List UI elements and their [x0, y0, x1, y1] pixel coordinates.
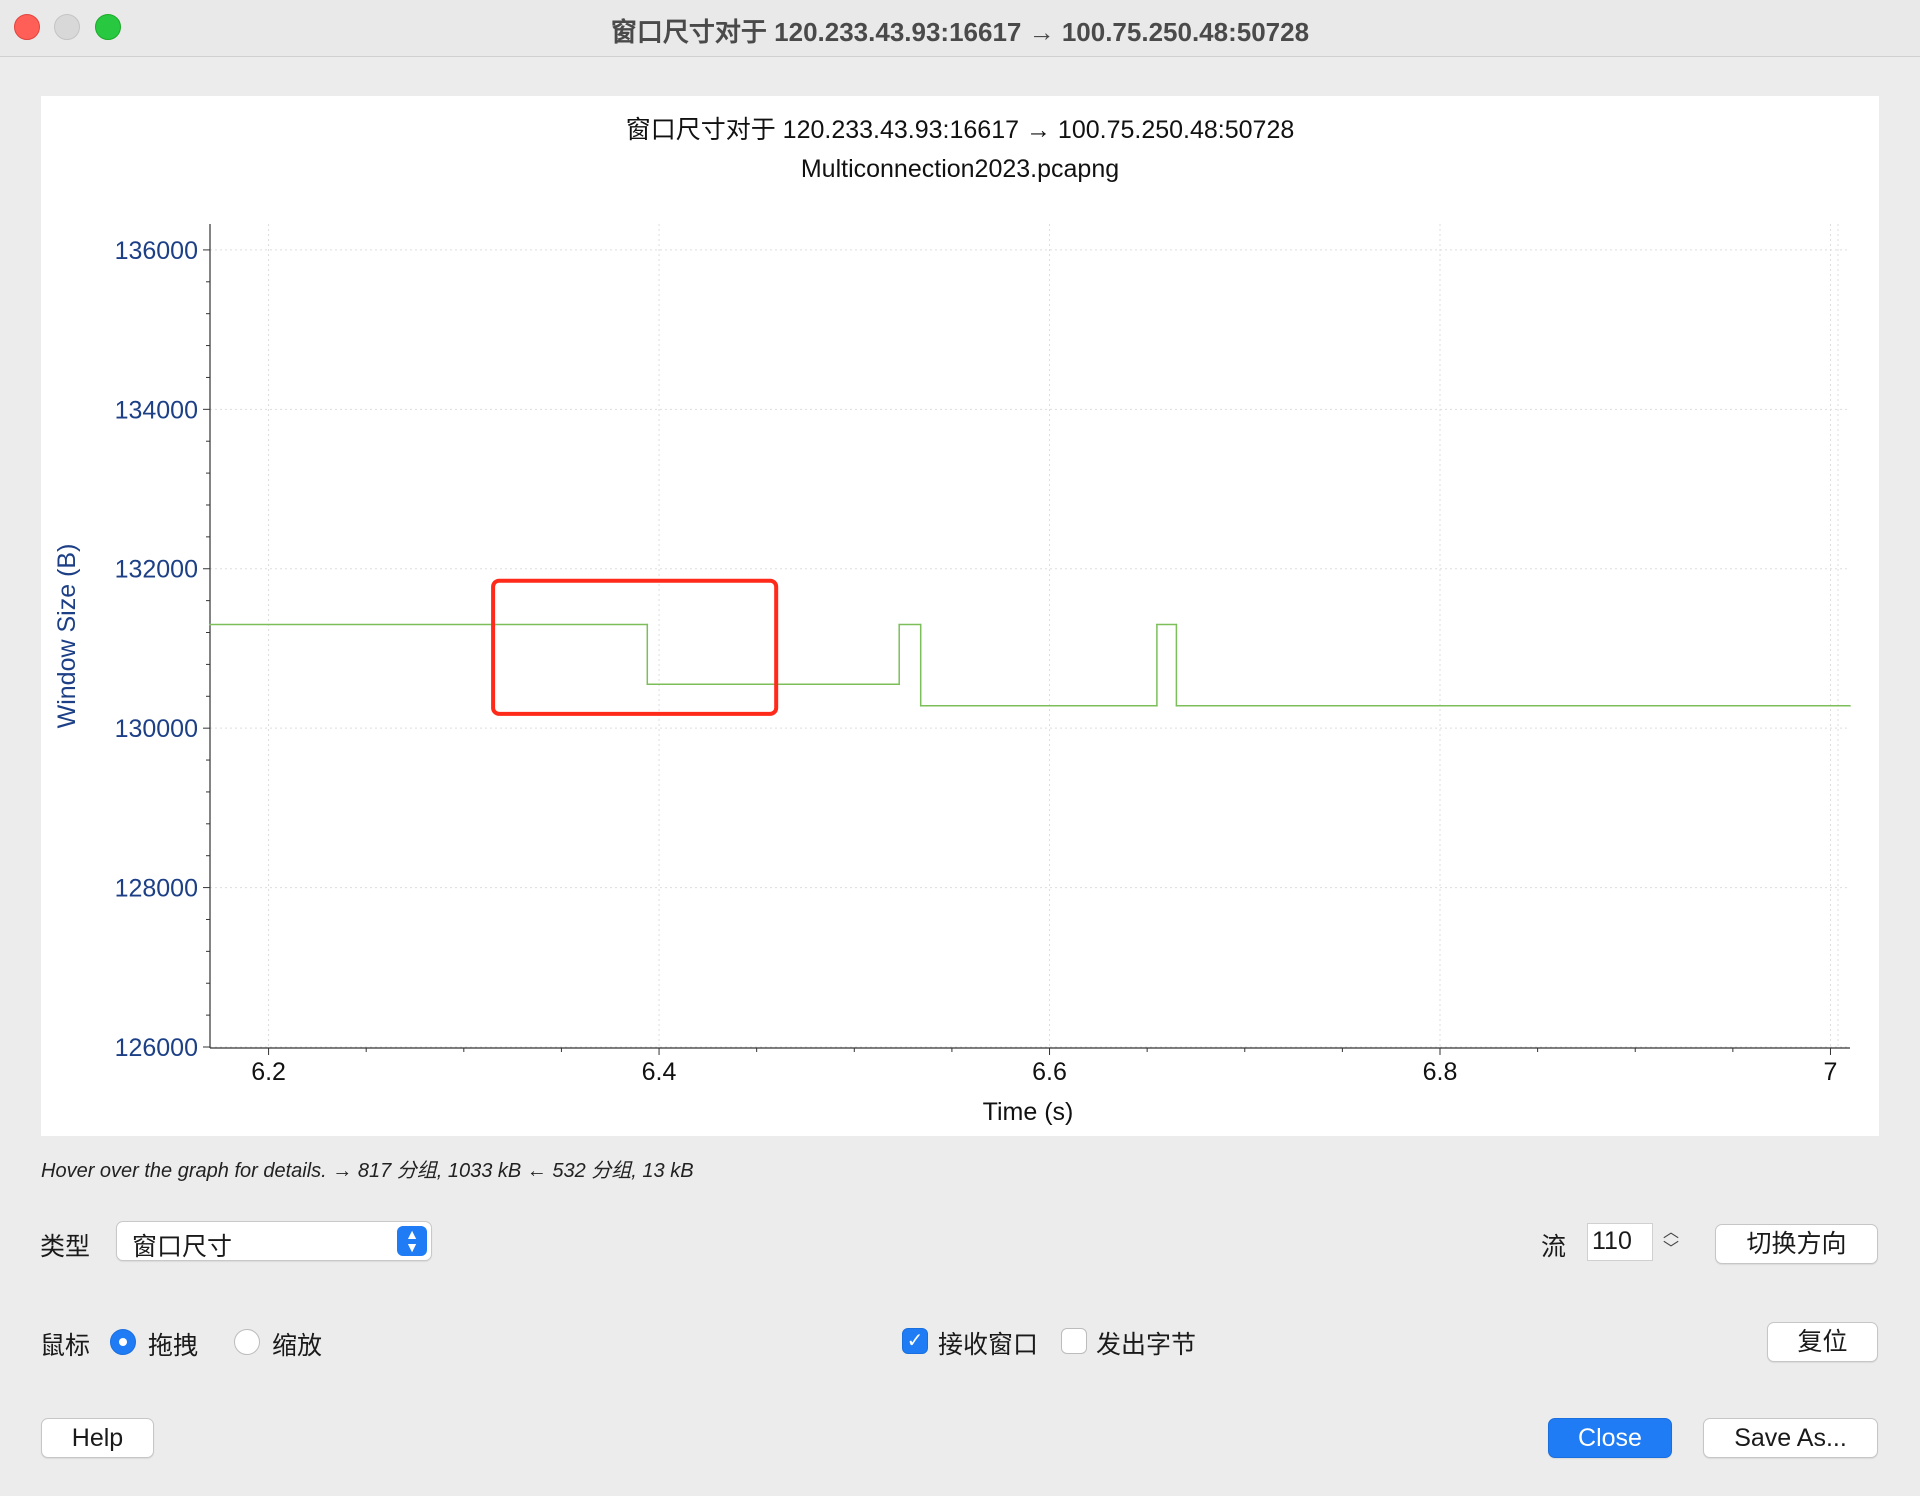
plot-area[interactable]: 窗口尺寸对于 120.233.43.93:16617 → 100.75.250.… [41, 96, 1879, 1136]
stepper-up-icon[interactable]: ︿ [1663, 1224, 1679, 1241]
window-size-data-point [919, 623, 922, 626]
y-tick-label: 130000 [115, 715, 198, 743]
y-tick-label: 126000 [115, 1034, 198, 1062]
chart-title: 窗口尺寸对于 120.233.43.93:16617 → 100.75.250.… [626, 116, 1295, 144]
window-size-data-point [898, 623, 900, 626]
window-size-graph-dialog: 窗口尺寸对于 120.233.43.93:16617 → 100.75.250.… [0, 0, 1920, 1496]
reset-button[interactable]: 复位 [1767, 1322, 1878, 1362]
drag-label[interactable]: 拖拽 [148, 1326, 198, 1362]
close-button[interactable]: Close [1548, 1418, 1672, 1458]
stream-label: 流 [1541, 1233, 1567, 1261]
window-size-data-point [209, 623, 211, 626]
x-tick-label: 6.4 [642, 1058, 677, 1086]
window-size-series-line [210, 623, 1850, 707]
title-bar: 窗口尺寸对于 120.233.43.93:16617 → 100.75.250.… [0, 0, 1920, 57]
window-size-data-point [1156, 623, 1158, 626]
checkmark-icon: ✓ [906, 1330, 924, 1352]
x-tick-label: 6.2 [251, 1058, 286, 1086]
type-label: 类型 [40, 1233, 91, 1261]
zoom-label[interactable]: 缩放 [272, 1326, 322, 1362]
bytes-out-checkbox[interactable] [1061, 1328, 1087, 1354]
y-tick-label: 132000 [115, 556, 198, 584]
window-size-data-point [646, 683, 649, 686]
window-title: 窗口尺寸对于 120.233.43.93:16617 → 100.75.250.… [610, 17, 1310, 47]
bytes-out-label[interactable]: 发出字节 [1096, 1325, 1196, 1361]
window-size-data-point [919, 705, 922, 707]
mouse-label: 鼠标 [40, 1332, 91, 1360]
window-size-data-point [1175, 623, 1178, 626]
window-size-data-point [1175, 705, 1178, 707]
window-size-data-point [1849, 705, 1851, 707]
window-size-data-point [898, 683, 900, 686]
help-button[interactable]: Help [41, 1418, 154, 1458]
x-tick-label: 6.6 [1032, 1058, 1067, 1086]
updown-chevron-icon: ▲ ▼ [397, 1226, 427, 1256]
window-size-chart[interactable]: 窗口尺寸对于 120.233.43.93:16617 → 100.75.250.… [41, 96, 1879, 1136]
stream-number-input[interactable]: 110 [1587, 1223, 1653, 1261]
switch-direction-button[interactable]: 切换方向 [1715, 1224, 1878, 1264]
receive-window-checkbox[interactable]: ✓ [902, 1328, 928, 1354]
chart-subtitle: Multiconnection2023.pcapng [801, 155, 1119, 183]
y-tick-label: 128000 [115, 875, 198, 903]
window-size-data-point [646, 623, 649, 626]
stream-stepper[interactable]: ︿ ﹀ [1658, 1224, 1684, 1262]
x-axis-label: Time (s) [983, 1098, 1074, 1126]
stepper-down-icon[interactable]: ﹀ [1663, 1241, 1679, 1258]
graph-type-value: 窗口尺寸 [132, 1233, 233, 1261]
highlight-annotation-box [491, 578, 779, 716]
hover-hint: Hover over the graph for details. → 817 … [41, 1160, 694, 1182]
y-axis-label: Window Size (B) [53, 544, 81, 729]
x-tick-label: 7 [1824, 1058, 1838, 1086]
y-tick-label: 136000 [115, 237, 198, 265]
receive-window-label[interactable]: 接收窗口 [938, 1325, 1038, 1361]
drag-radio[interactable] [110, 1329, 136, 1355]
window-size-data-point [1156, 705, 1158, 707]
zoom-radio[interactable] [234, 1329, 260, 1355]
x-tick-label: 6.8 [1423, 1058, 1458, 1086]
graph-type-select[interactable]: 窗口尺寸 ▲ ▼ [116, 1221, 432, 1261]
y-tick-label: 134000 [115, 396, 198, 424]
save-as-button[interactable]: Save As... [1703, 1418, 1878, 1458]
